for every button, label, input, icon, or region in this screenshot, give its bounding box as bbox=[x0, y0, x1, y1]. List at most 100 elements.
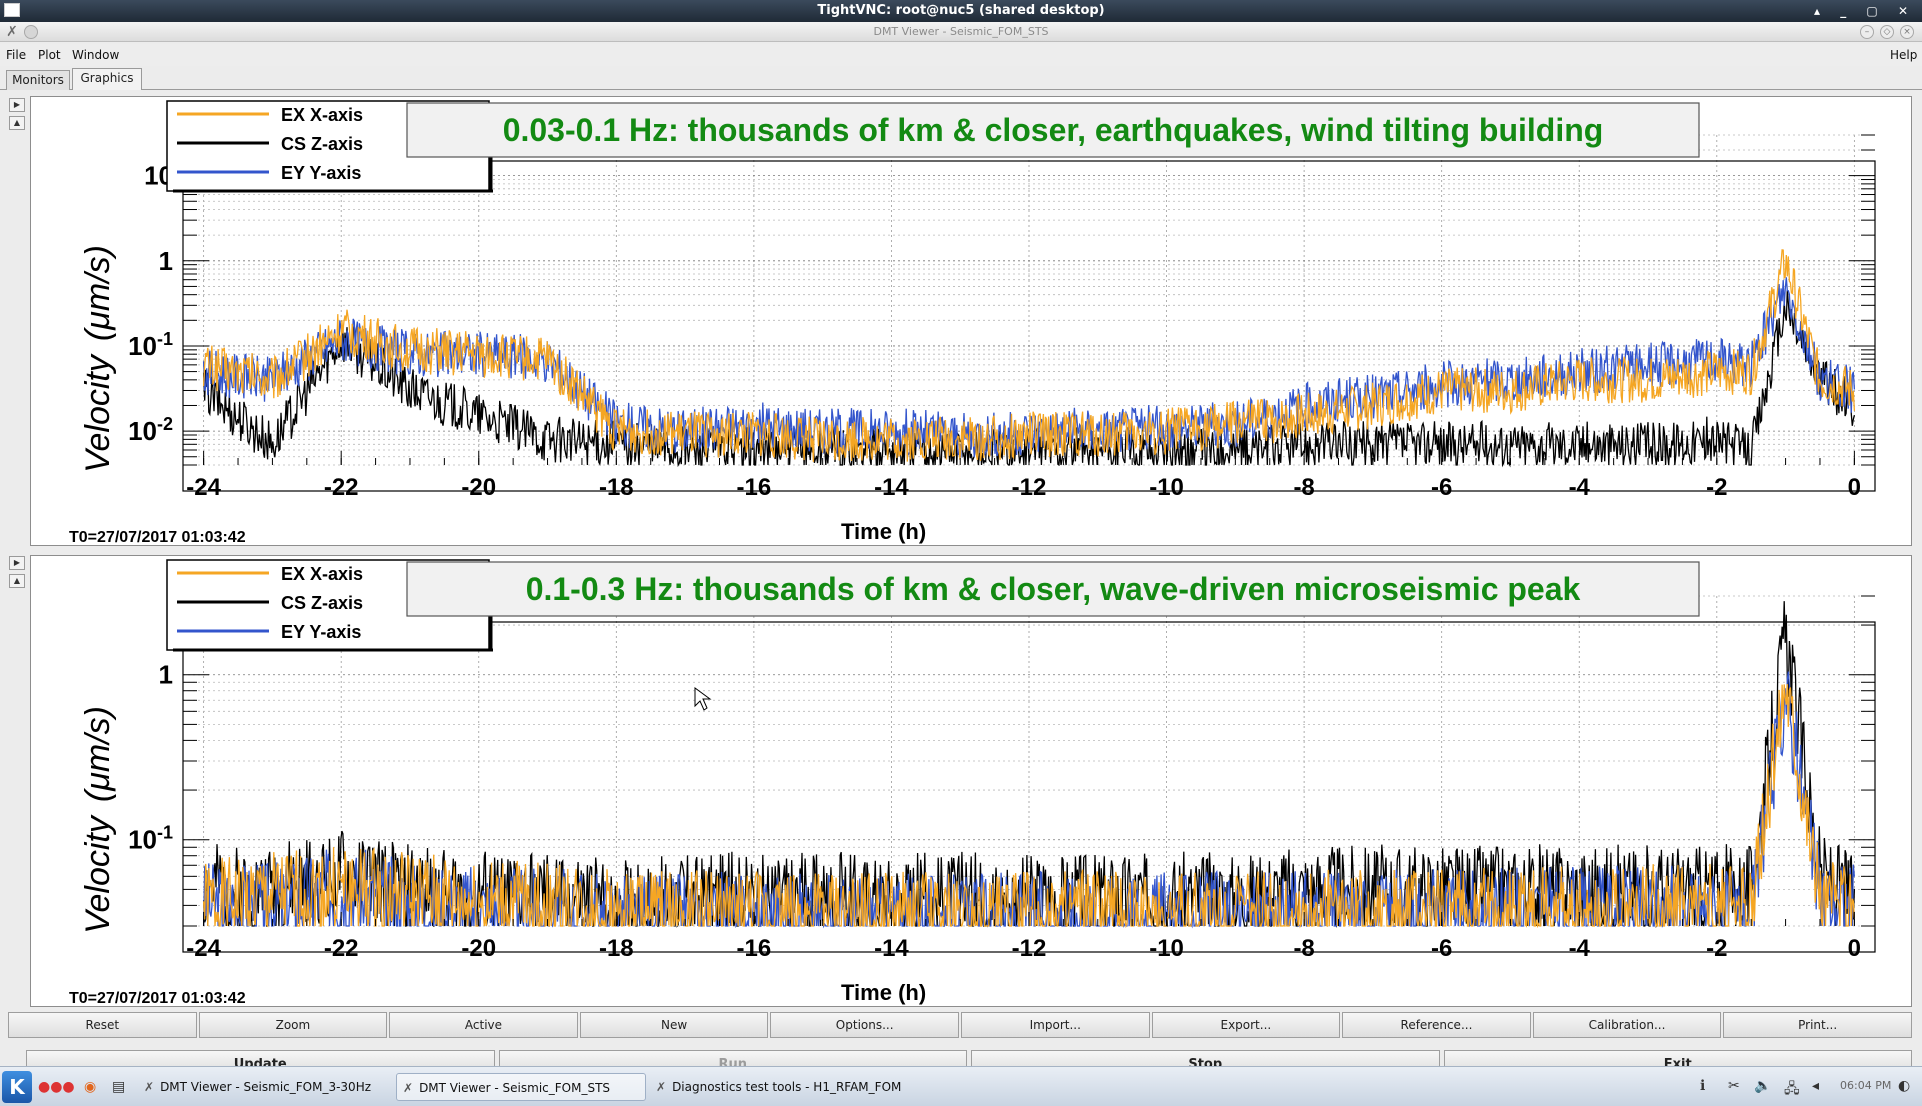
x-tick-label: -6 bbox=[1431, 474, 1452, 501]
x-tick-label: -20 bbox=[461, 935, 496, 962]
menu-window[interactable]: Window bbox=[72, 44, 119, 66]
volume-icon[interactable]: 🔈 bbox=[1754, 1078, 1771, 1094]
x-tick-label: -10 bbox=[1149, 474, 1184, 501]
import-button[interactable]: Import... bbox=[960, 1012, 1150, 1038]
plot-2-legend-ey-label: EY Y-axis bbox=[281, 622, 361, 642]
x-app-icon: ✗ bbox=[656, 1080, 667, 1094]
plot-1-t0: T0=27/07/2017 01:03:42 bbox=[69, 529, 246, 545]
y-tick-exponent: -1 bbox=[157, 329, 173, 349]
activity-dots-icon[interactable]: ●●● bbox=[38, 1079, 75, 1095]
plot-1-legend-cs-label: CS Z-axis bbox=[281, 134, 363, 154]
vnc-title-bar[interactable]: TightVNC: root@nuc5 (shared desktop) ▴ _… bbox=[0, 0, 1922, 22]
export-button[interactable]: Export... bbox=[1151, 1012, 1341, 1038]
control-buttons: Update Run Stop Exit bbox=[26, 1050, 1916, 1066]
reset-button[interactable]: Reset bbox=[8, 1012, 197, 1038]
tab-bar: Monitors Graphics bbox=[0, 68, 1922, 90]
clock: 06:04 PM bbox=[1840, 1079, 1892, 1092]
task-dmt-3-30hz[interactable]: ✗ DMT Viewer - Seismic_FOM_3-30Hz bbox=[138, 1073, 388, 1101]
exit-button[interactable]: Exit bbox=[1443, 1050, 1912, 1066]
options-button[interactable]: Options... bbox=[770, 1012, 959, 1038]
x-tick-label: -4 bbox=[1569, 474, 1591, 501]
menu-help[interactable]: Help bbox=[1890, 44, 1917, 66]
task-dmt-sts[interactable]: ✗ DMT Viewer - Seismic_FOM_STS bbox=[396, 1073, 646, 1101]
minimize-icon[interactable]: – bbox=[1860, 25, 1874, 39]
plot-1-legend-ey-label: EY Y-axis bbox=[281, 163, 361, 183]
tab-graphics[interactable]: Graphics bbox=[72, 68, 142, 90]
network-icon[interactable]: 🖧 bbox=[1784, 1078, 1800, 1102]
plot-2-ylabel: Velocity (μm/s) bbox=[79, 706, 117, 934]
plot-2-title-box[interactable]: 0.1-0.3 Hz: thousands of km & closer, wa… bbox=[406, 561, 1700, 617]
task-diagnostics[interactable]: ✗ Diagnostics test tools - H1_RFAM_FOM bbox=[650, 1073, 950, 1101]
app-title-bar[interactable]: ✗ DMT Viewer - Seismic_FOM_STS – ◇ × bbox=[0, 22, 1922, 42]
active-button[interactable]: Active bbox=[389, 1012, 578, 1038]
plot-2-legend-ex-label: EX X-axis bbox=[281, 564, 363, 584]
x-tick-label: -6 bbox=[1431, 935, 1452, 962]
plot-1-ylabel: Velocity (μm/s) bbox=[79, 245, 117, 473]
window-title: DMT Viewer - Seismic_FOM_STS bbox=[873, 25, 1049, 38]
tray-expand-icon[interactable]: ◂ bbox=[1812, 1078, 1819, 1094]
x-tick-label: -12 bbox=[1012, 935, 1047, 962]
x-tick-label: -8 bbox=[1293, 474, 1314, 501]
x-tick-label: -24 bbox=[186, 935, 221, 962]
plot-1-ylabel-unit: (μm/s) bbox=[79, 245, 117, 341]
x-app-icon[interactable]: ✗ bbox=[4, 24, 20, 40]
stop-button[interactable]: Stop bbox=[971, 1050, 1440, 1066]
kde-menu-icon[interactable]: K bbox=[2, 1071, 32, 1103]
plot-1-title-box[interactable]: 0.03-0.1 Hz: thousands of km & closer, e… bbox=[406, 102, 1700, 158]
plot-pad-1[interactable]: -24 -22 -20 -18 -16 -14 -12 -10 -8 -6 -4 -2 0 10 1 10-… bbox=[30, 96, 1912, 546]
tab-monitors[interactable]: Monitors bbox=[6, 70, 70, 90]
y-tick-mantissa: 1 bbox=[159, 246, 173, 276]
plot-2-legend-cs-label: CS Z-axis bbox=[281, 593, 363, 613]
vnc-title: TightVNC: root@nuc5 (shared desktop) bbox=[817, 3, 1105, 18]
pad2-expand-right-icon[interactable]: ▶ bbox=[9, 556, 25, 570]
y-tick-label: 1 bbox=[159, 660, 173, 690]
taskbar: K ●●● ◉ ▤ ✗ DMT Viewer - Seismic_FOM_3-30… bbox=[0, 1066, 1922, 1106]
tray-end-icon[interactable]: ◐ bbox=[1898, 1078, 1910, 1094]
vnc-menu-icon[interactable] bbox=[4, 3, 20, 17]
screen: TightVNC: root@nuc5 (shared desktop) ▴ _… bbox=[0, 0, 1922, 1106]
plot-1-canvas[interactable]: -24 -22 -20 -18 -16 -14 -12 -10 -8 -6 -4 -2 0 10110-… bbox=[31, 97, 1911, 545]
x-tick-label: -20 bbox=[461, 474, 496, 501]
pad1-expand-up-icon[interactable]: ▲ bbox=[9, 116, 25, 130]
run-button[interactable]: Run bbox=[498, 1050, 967, 1066]
pad2-expand-up-icon[interactable]: ▲ bbox=[9, 574, 25, 588]
print-button[interactable]: Print... bbox=[1723, 1012, 1912, 1038]
x-tick-label: -2 bbox=[1706, 474, 1727, 501]
info-icon[interactable]: ℹ bbox=[1700, 1078, 1705, 1094]
task-label: DMT Viewer - Seismic_FOM_STS bbox=[419, 1081, 611, 1095]
update-button[interactable]: Update bbox=[26, 1050, 495, 1066]
reference-button[interactable]: Reference... bbox=[1342, 1012, 1531, 1038]
terminal-icon[interactable]: ▤ bbox=[112, 1079, 125, 1095]
plot-2-t0: T0=27/07/2017 01:03:42 bbox=[69, 990, 246, 1006]
x-tick-label: -4 bbox=[1569, 935, 1591, 962]
x-tick-label: 0 bbox=[1848, 474, 1861, 501]
plot-pad-2[interactable]: -24 -22 -20 -18 -16 -14 -12 -10 -8 -6 -4 -2 0 1 10-1 … bbox=[30, 555, 1912, 1007]
plot-2-xlabel: Time (h) bbox=[841, 980, 926, 1005]
maximize-icon[interactable]: ◇ bbox=[1880, 25, 1894, 39]
x-tick-label: -18 bbox=[599, 474, 634, 501]
x-tick-label: -2 bbox=[1706, 935, 1727, 962]
calibration-button[interactable]: Calibration... bbox=[1532, 1012, 1722, 1038]
plot-1-title: 0.03-0.1 Hz: thousands of km & closer, e… bbox=[503, 112, 1604, 148]
menu-plot[interactable]: Plot bbox=[38, 44, 61, 66]
x-tick-label: -8 bbox=[1293, 935, 1314, 962]
close-icon[interactable]: × bbox=[1900, 25, 1914, 39]
zoom-button[interactable]: Zoom bbox=[198, 1012, 388, 1038]
plot-2-ylabel-text: Velocity bbox=[79, 814, 117, 934]
new-button[interactable]: New bbox=[579, 1012, 769, 1038]
plot-1-ylabel-text: Velocity bbox=[79, 353, 117, 473]
plot-2-canvas[interactable]: -24 -22 -20 -18 -16 -14 -12 -10 -8 -6 -4 -2 0 110-1 … bbox=[31, 556, 1911, 1006]
klipper-icon[interactable]: ✂ bbox=[1728, 1078, 1740, 1094]
x-tick-label: -22 bbox=[324, 474, 359, 501]
menu-file[interactable]: File bbox=[6, 44, 26, 66]
y-tick-mantissa: 10 bbox=[128, 331, 157, 361]
x-tick-label: -14 bbox=[874, 935, 909, 962]
firefox-icon[interactable]: ◉ bbox=[84, 1079, 96, 1095]
x-tick-label: -16 bbox=[737, 474, 772, 501]
vnc-window-controls-icon[interactable]: ▴ _ ▢ ✕ bbox=[1814, 0, 1916, 22]
plot-2-ylabel-unit: (μm/s) bbox=[79, 706, 117, 802]
toolbar-buttons: Reset Zoom Active New Options... Import.… bbox=[8, 1012, 1914, 1040]
y-tick-label: 1 bbox=[159, 246, 173, 276]
sticky-circle-icon[interactable] bbox=[24, 25, 38, 39]
pad1-expand-right-icon[interactable]: ▶ bbox=[9, 98, 25, 112]
